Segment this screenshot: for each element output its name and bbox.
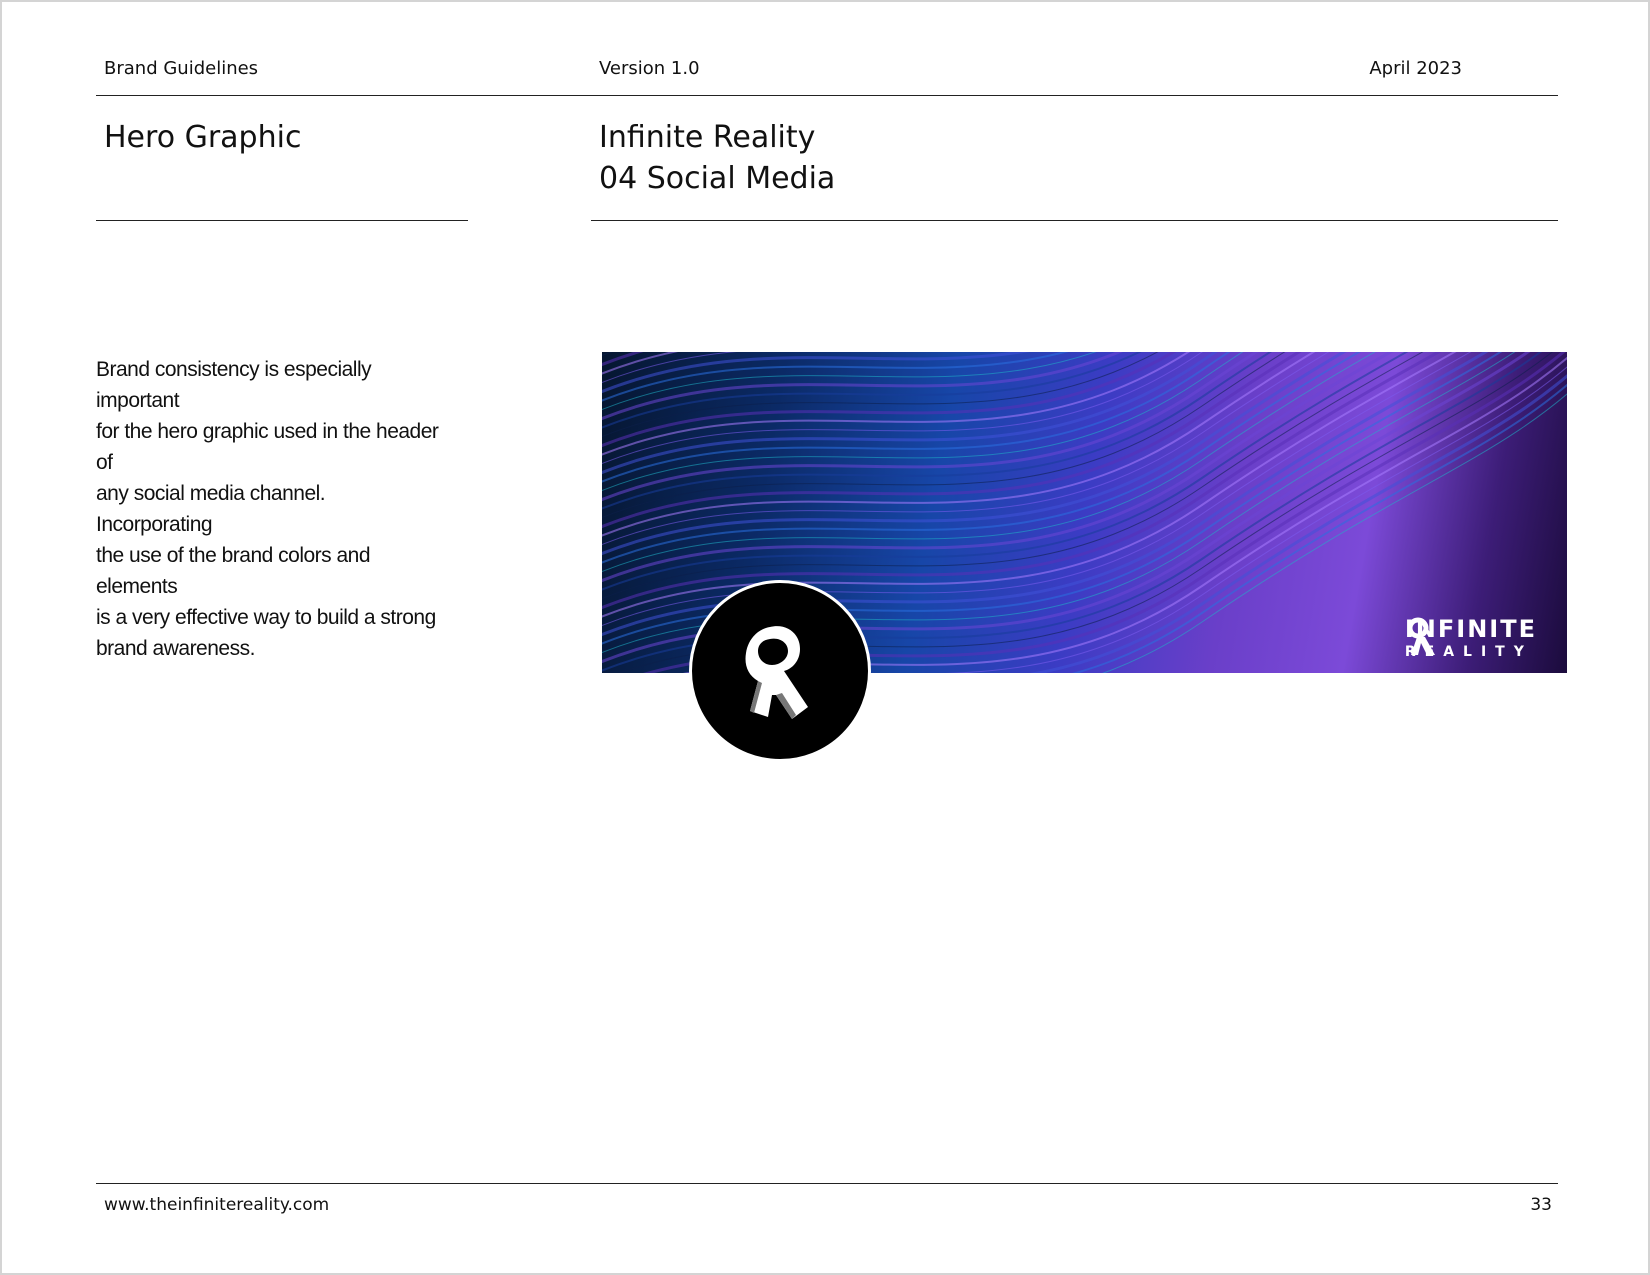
body-line: for the hero graphic used in the header … (96, 420, 439, 474)
header-version: Version 1.0 (599, 58, 700, 79)
wave-line (602, 352, 1177, 448)
wave-line (602, 352, 738, 384)
body-paragraph: Brand consistency is especially importan… (96, 354, 446, 664)
header-doc-title: Brand Guidelines (104, 58, 259, 79)
body-line: Brand consistency is especially importan… (96, 358, 372, 412)
wave-line (602, 352, 1159, 438)
wave-line (602, 352, 1259, 502)
profile-avatar (689, 580, 871, 762)
ir-logo-icon (1407, 617, 1435, 655)
section-title: Hero Graphic (104, 120, 302, 155)
title-rule-left (96, 220, 468, 221)
document-page: Brand Guidelines Version 1.0 April 2023 … (0, 0, 1650, 1275)
body-line: the use of the brand colors and elements (96, 544, 371, 598)
wave-line (602, 352, 1316, 537)
body-line: is a very effective way to build a stron… (96, 606, 436, 629)
footer-url: www.theinfinitereality.com (104, 1195, 330, 1215)
header-date: April 2023 (1369, 58, 1462, 79)
body-line: any social media channel. Incorporating (96, 482, 326, 536)
ir-logo-icon (745, 626, 808, 719)
wave-line (602, 352, 1361, 564)
body-line: brand awareness. (96, 637, 255, 660)
header-rule (96, 95, 1558, 96)
section-subtitle-line2: 04 Social Media (599, 161, 836, 196)
title-rule-right (591, 220, 1558, 221)
footer-rule (96, 1183, 1558, 1184)
wave-line (602, 352, 1273, 510)
page-number: 33 (1530, 1195, 1552, 1215)
section-subtitle-line1: Infinite Reality (599, 120, 816, 155)
banner-logo: INFINITE REALITY (1405, 617, 1537, 659)
